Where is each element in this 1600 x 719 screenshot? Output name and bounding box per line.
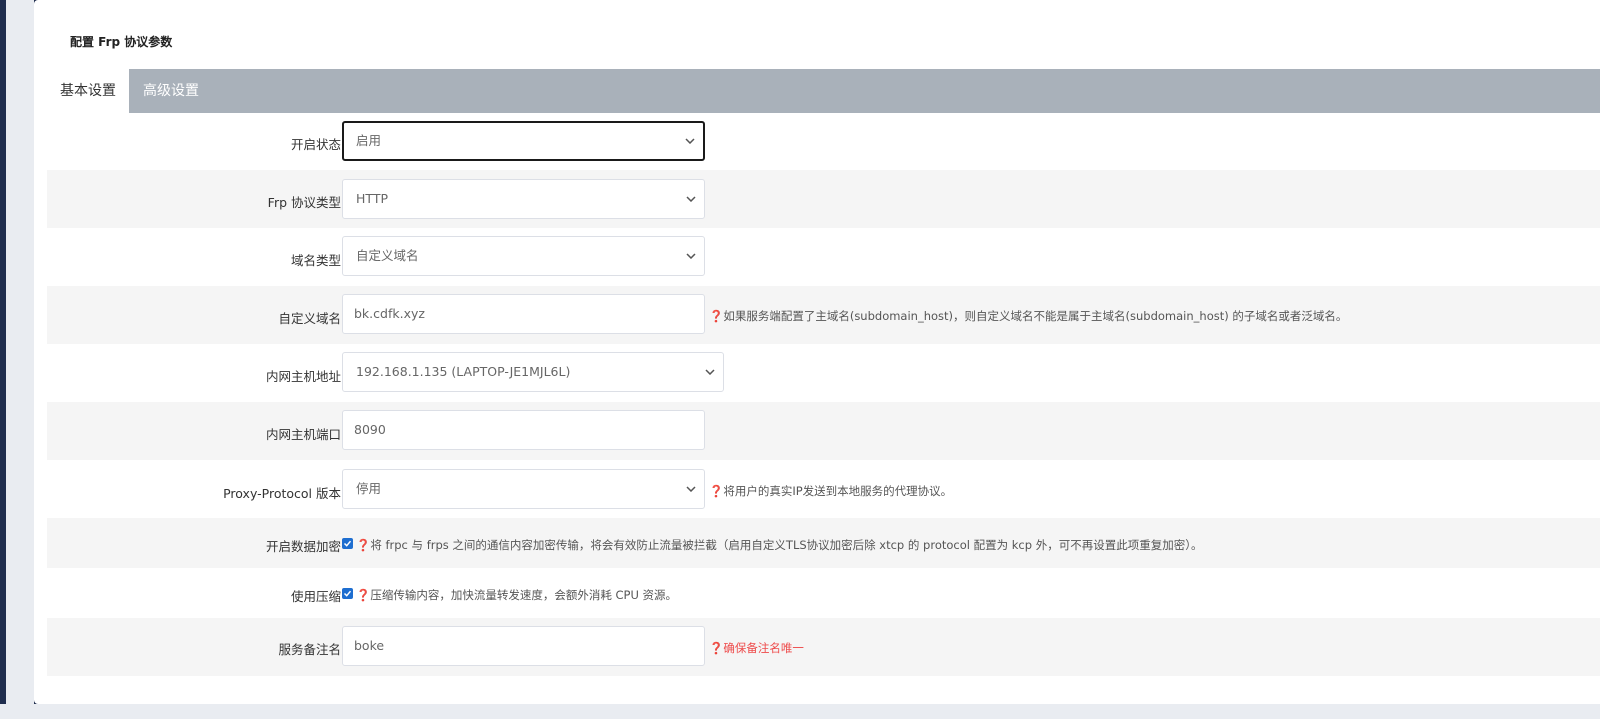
local-host-value: 192.168.1.135 (LAPTOP-JE1MJL6L): [356, 364, 571, 379]
enable-status-value: 启用: [356, 133, 382, 148]
proxy-protocol-hint-text: 将用户的真实IP发送到本地服务的代理协议。: [723, 484, 953, 498]
local-port-value: 8090: [354, 422, 386, 437]
compression-hint: ❓压缩传输内容，加快流量转发速度，会额外消耗 CPU 资源。: [356, 587, 677, 603]
custom-domain-hint: ❓如果服务端配置了主域名(subdomain_host)，则自定义域名不能是属于…: [709, 308, 1347, 324]
protocol-type-value: HTTP: [356, 191, 388, 206]
chevron-down-icon: [686, 237, 696, 275]
bottom-strip: [0, 704, 1600, 719]
protocol-type-label: Frp 协议类型: [267, 195, 341, 210]
form-row-custom-domain: 自定义域名 bk.cdfk.xyz ❓如果服务端配置了主域名(subdomain…: [47, 286, 1600, 344]
chevron-down-icon: [705, 353, 715, 391]
proxy-protocol-value: 停用: [356, 481, 382, 496]
remark-value: boke: [354, 638, 385, 653]
tab-basic-settings[interactable]: 基本设置: [47, 69, 129, 113]
encryption-hint: ❓将 frpc 与 frps 之间的通信内容加密传输，将会有效防止流量被拦截（启…: [356, 537, 1202, 553]
local-port-label: 内网主机端口: [265, 427, 341, 442]
section-title: 配置 Frp 协议参数: [70, 35, 173, 49]
protocol-type-select[interactable]: HTTP: [342, 179, 705, 219]
chevron-down-icon: [686, 180, 696, 218]
frp-config-panel: 配置 Frp 协议参数 基本设置 高级设置 开启状态 启用 Frp 协议类型 H…: [34, 0, 1600, 704]
form-row-remark: 服务备注名 boke ❓确保备注名唯一: [47, 618, 1600, 676]
custom-domain-input[interactable]: bk.cdfk.xyz: [342, 294, 705, 334]
form-row-protocol-type: Frp 协议类型 HTTP: [47, 170, 1600, 228]
left-gutter: [0, 0, 34, 719]
custom-domain-label: 自定义域名: [278, 311, 341, 326]
check-icon: [343, 540, 352, 547]
form-row-enable-status: 开启状态 启用: [47, 113, 1600, 170]
local-host-select[interactable]: 192.168.1.135 (LAPTOP-JE1MJL6L): [342, 352, 724, 392]
remark-hint-text: 确保备注名唯一: [723, 641, 804, 655]
proxy-protocol-label: Proxy-Protocol 版本: [223, 486, 341, 501]
encryption-label: 开启数据加密: [265, 539, 341, 554]
local-port-input[interactable]: 8090: [342, 410, 705, 450]
domain-type-select[interactable]: 自定义域名: [342, 236, 705, 276]
question-circle-icon: ❓: [356, 538, 371, 552]
local-host-label: 内网主机地址: [265, 369, 341, 384]
form-row-proxy-protocol: Proxy-Protocol 版本 停用 ❓将用户的真实IP发送到本地服务的代理…: [47, 460, 1600, 518]
remark-input[interactable]: boke: [342, 626, 705, 666]
encryption-hint-text: 将 frpc 与 frps 之间的通信内容加密传输，将会有效防止流量被拦截（启用…: [370, 538, 1203, 552]
question-circle-icon: ❓: [709, 641, 724, 655]
remark-label: 服务备注名: [278, 642, 341, 657]
proxy-protocol-hint: ❓将用户的真实IP发送到本地服务的代理协议。: [709, 483, 952, 499]
chevron-down-icon: [686, 470, 696, 508]
compression-hint-text: 压缩传输内容，加快流量转发速度，会额外消耗 CPU 资源。: [370, 588, 678, 602]
form-row-encryption: 开启数据加密 ❓将 frpc 与 frps 之间的通信内容加密传输，将会有效防止…: [47, 518, 1600, 568]
form-row-local-host: 内网主机地址 192.168.1.135 (LAPTOP-JE1MJL6L): [47, 344, 1600, 402]
form-row-local-port: 内网主机端口 8090: [47, 402, 1600, 460]
enable-status-select[interactable]: 启用: [342, 121, 705, 161]
tab-bar: 基本设置 高级设置: [47, 69, 1600, 113]
domain-type-label: 域名类型: [290, 253, 341, 268]
enable-status-label: 开启状态: [290, 137, 341, 152]
question-circle-icon: ❓: [356, 588, 371, 602]
tab-advanced-settings[interactable]: 高级设置: [131, 69, 211, 113]
chevron-down-icon: [685, 123, 695, 159]
compression-label: 使用压缩: [290, 589, 341, 604]
question-circle-icon: ❓: [709, 484, 724, 498]
encryption-checkbox[interactable]: [342, 538, 353, 549]
remark-hint: ❓确保备注名唯一: [709, 640, 804, 656]
domain-type-value: 自定义域名: [356, 248, 419, 263]
check-icon: [343, 590, 352, 597]
custom-domain-value: bk.cdfk.xyz: [354, 306, 425, 321]
question-circle-icon: ❓: [709, 309, 724, 323]
proxy-protocol-select[interactable]: 停用: [342, 469, 705, 509]
form-row-compression: 使用压缩 ❓压缩传输内容，加快流量转发速度，会额外消耗 CPU 资源。: [47, 568, 1600, 618]
compression-checkbox[interactable]: [342, 588, 353, 599]
sidebar-edge: [0, 0, 6, 719]
custom-domain-hint-text: 如果服务端配置了主域名(subdomain_host)，则自定义域名不能是属于主…: [723, 309, 1348, 323]
form-row-domain-type: 域名类型 自定义域名: [47, 228, 1600, 286]
